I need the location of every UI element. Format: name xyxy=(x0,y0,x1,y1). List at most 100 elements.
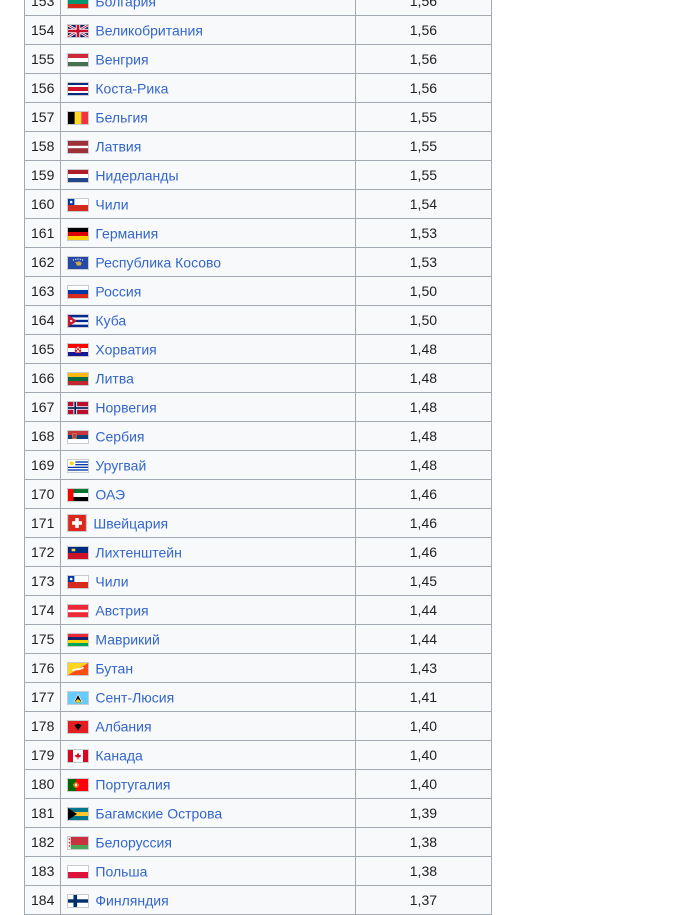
country-cell: Нидерланды xyxy=(60,160,356,190)
country-link[interactable]: Нидерланды xyxy=(95,168,178,184)
rank-cell: 159 xyxy=(23,160,62,190)
albania-flag-icon[interactable] xyxy=(67,719,90,734)
kosovo-flag-icon[interactable] xyxy=(67,255,90,270)
rank-cell: 184 xyxy=(23,885,62,915)
country-cell: Багамские Острова xyxy=(60,798,356,828)
country-cell: Австрия xyxy=(60,595,356,625)
table-body: 153 Болгария 1,56 154 Великобритания 1,56 155… xyxy=(23,0,493,915)
germany-flag-icon[interactable] xyxy=(67,226,90,241)
table-row: 158 Латвия 1,55 xyxy=(23,131,493,161)
table-row: 161 Германия 1,53 xyxy=(23,218,493,248)
country-link[interactable]: Австрия xyxy=(95,603,148,619)
belarus-flag-icon[interactable] xyxy=(67,835,90,850)
value-cell: 1,46 xyxy=(354,508,493,538)
value-cell: 1,55 xyxy=(354,102,493,132)
country-link[interactable]: Багамские Острова xyxy=(95,806,222,822)
country-link[interactable]: Уругвай xyxy=(95,458,146,474)
canada-flag-icon[interactable] xyxy=(67,748,90,763)
country-link[interactable]: Литва xyxy=(95,371,134,387)
saint-lucia-flag-icon[interactable] xyxy=(67,690,90,705)
chile-flag-icon[interactable] xyxy=(67,574,90,589)
country-cell: Канада xyxy=(60,740,356,770)
hungary-flag-icon[interactable] xyxy=(67,52,90,67)
country-link[interactable]: Хорватия xyxy=(95,342,156,358)
bahamas-flag-icon[interactable] xyxy=(67,806,90,821)
table-row: 159 Нидерланды 1,55 xyxy=(23,160,493,190)
country-link[interactable]: Венгрия xyxy=(95,52,148,68)
netherlands-flag-icon[interactable] xyxy=(67,168,90,183)
country-link[interactable]: ОАЭ xyxy=(95,487,125,503)
country-cell: Бельгия xyxy=(60,102,356,132)
country-link[interactable]: Россия xyxy=(95,284,141,300)
country-cell: Сербия xyxy=(60,421,356,451)
country-link[interactable]: Чили xyxy=(95,574,128,590)
country-link[interactable]: Бутан xyxy=(95,661,133,677)
rank-cell: 183 xyxy=(23,856,62,886)
country-link[interactable]: Норвегия xyxy=(95,400,156,416)
austria-flag-icon[interactable] xyxy=(67,603,90,618)
russia-flag-icon[interactable] xyxy=(67,284,90,299)
country-link[interactable]: Болгария xyxy=(95,0,156,10)
bhutan-flag-icon[interactable] xyxy=(67,661,90,676)
chile-flag-icon[interactable] xyxy=(67,197,90,212)
value-cell: 1,43 xyxy=(354,653,493,683)
country-link[interactable]: Сербия xyxy=(95,429,144,445)
table-row: 183 Польша 1,38 xyxy=(23,856,493,886)
value-cell: 1,48 xyxy=(354,392,493,422)
costa-rica-flag-icon[interactable] xyxy=(67,81,90,96)
country-link[interactable]: Республика Косово xyxy=(95,255,221,271)
country-link[interactable]: Финляндия xyxy=(95,893,168,909)
country-link[interactable]: Латвия xyxy=(95,139,141,155)
croatia-flag-icon[interactable] xyxy=(67,342,90,357)
country-link[interactable]: Белоруссия xyxy=(95,835,172,851)
rank-cell: 164 xyxy=(23,305,62,335)
uruguay-flag-icon[interactable] xyxy=(67,458,90,473)
liechtenstein-flag-icon[interactable] xyxy=(67,545,90,560)
country-link[interactable]: Португалия xyxy=(95,777,170,793)
country-link[interactable]: Канада xyxy=(95,748,142,764)
country-cell: Португалия xyxy=(60,769,356,799)
country-link[interactable]: Польша xyxy=(95,864,147,880)
norway-flag-icon[interactable] xyxy=(67,400,90,415)
country-link[interactable]: Бельгия xyxy=(95,110,147,126)
rank-cell: 161 xyxy=(23,218,62,248)
country-cell: Германия xyxy=(60,218,356,248)
uae-flag-icon[interactable] xyxy=(67,487,90,502)
table-row: 169 Уругвай 1,48 xyxy=(23,450,493,480)
poland-flag-icon[interactable] xyxy=(67,864,90,879)
country-link[interactable]: Германия xyxy=(95,226,158,242)
belgium-flag-icon[interactable] xyxy=(67,110,90,125)
portugal-flag-icon[interactable] xyxy=(67,777,90,792)
cuba-flag-icon[interactable] xyxy=(67,313,90,328)
lithuania-flag-icon[interactable] xyxy=(67,371,90,386)
country-cell: Швейцария xyxy=(60,508,356,538)
value-cell: 1,44 xyxy=(354,595,493,625)
value-cell: 1,56 xyxy=(354,44,493,74)
country-cell: Бутан xyxy=(60,653,356,683)
table-row: 163 Россия 1,50 xyxy=(23,276,493,306)
table-row: 166 Литва 1,48 xyxy=(23,363,493,393)
country-link[interactable]: Коста-Рика xyxy=(95,81,168,97)
country-link[interactable]: Лихтенштейн xyxy=(95,545,181,561)
switzerland-flag-icon[interactable] xyxy=(67,514,88,533)
uk-flag-icon[interactable] xyxy=(67,23,90,38)
country-cell: Белоруссия xyxy=(60,827,356,857)
rank-cell: 172 xyxy=(23,537,62,567)
country-link[interactable]: Куба xyxy=(95,313,126,329)
serbia-flag-icon[interactable] xyxy=(67,429,90,444)
mauritius-flag-icon[interactable] xyxy=(67,632,90,647)
rank-cell: 162 xyxy=(23,247,62,277)
country-link[interactable]: Великобритания xyxy=(95,23,203,39)
value-cell: 1,46 xyxy=(354,537,493,567)
table-row: 184 Финляндия 1,37 xyxy=(23,885,493,915)
finland-flag-icon[interactable] xyxy=(67,893,90,908)
country-link[interactable]: Албания xyxy=(95,719,151,735)
country-link[interactable]: Маврикий xyxy=(95,632,159,648)
latvia-flag-icon[interactable] xyxy=(67,139,90,154)
table-row: 153 Болгария 1,56 xyxy=(23,0,493,16)
bulgaria-flag-icon[interactable] xyxy=(67,0,90,9)
value-cell: 1,50 xyxy=(354,276,493,306)
country-link[interactable]: Сент-Люсия xyxy=(95,690,174,706)
country-link[interactable]: Чили xyxy=(95,197,128,213)
country-link[interactable]: Швейцария xyxy=(93,515,168,531)
